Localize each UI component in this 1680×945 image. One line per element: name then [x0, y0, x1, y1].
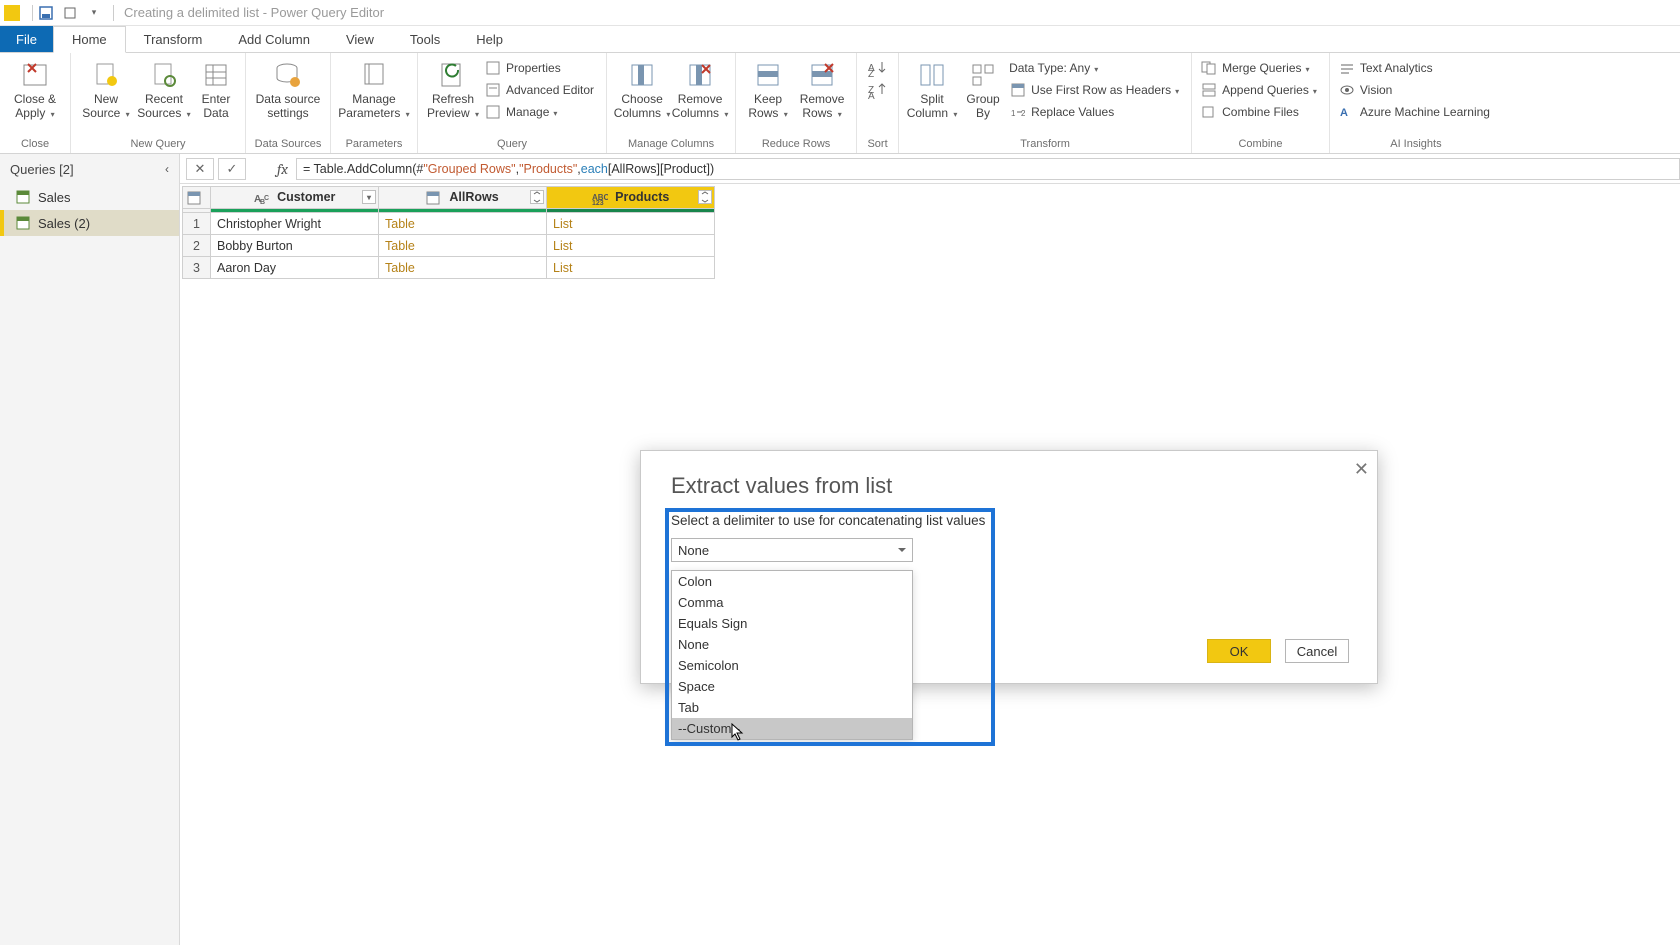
sort-desc-button[interactable]: ZA	[868, 81, 888, 99]
tab-file[interactable]: File	[0, 26, 53, 52]
ribbon: Close & Apply Close New Source Recent So…	[0, 52, 1680, 154]
dialog-cancel-button[interactable]: Cancel	[1285, 639, 1349, 663]
title-bar: ▾ Creating a delimited list - Power Quer…	[0, 0, 1680, 26]
dialog-prompt: Select a delimiter to use for concatenat…	[671, 513, 1377, 528]
dialog-close-button[interactable]: ✕	[1354, 459, 1369, 480]
table-corner[interactable]	[183, 187, 211, 209]
query-item-sales-2[interactable]: Sales (2)	[0, 210, 179, 236]
append-queries-button[interactable]: Append Queries	[1198, 79, 1323, 101]
svg-text:C: C	[264, 195, 269, 202]
delimiter-option-colon[interactable]: Colon	[672, 571, 912, 592]
group-ai-label: AI Insights	[1336, 138, 1496, 153]
manage-query-button[interactable]: Manage	[482, 101, 600, 123]
combine-files-button[interactable]: Combine Files	[1198, 101, 1323, 123]
text-analytics-button[interactable]: Text Analytics	[1336, 57, 1496, 79]
delimiter-combobox[interactable]: None	[671, 538, 913, 562]
use-first-row-headers-button[interactable]: Use First Row as Headers	[1007, 79, 1185, 101]
group-parameters-label: Parameters	[337, 138, 411, 153]
group-close-label: Close	[6, 138, 64, 153]
manage-parameters-button[interactable]: Manage Parameters	[337, 55, 411, 121]
group-query-label: Query	[424, 138, 600, 153]
ribbon-tabs: File Home Transform Add Column View Tool…	[0, 26, 1680, 52]
svg-text:123: 123	[592, 200, 604, 205]
replace-values-button[interactable]: 12Replace Values	[1007, 101, 1185, 123]
delimiter-dropdown-list: Colon Comma Equals Sign None Semicolon S…	[671, 570, 913, 740]
tab-view[interactable]: View	[328, 26, 392, 52]
tab-add-column[interactable]: Add Column	[220, 26, 328, 52]
remove-rows-button[interactable]: Remove Rows	[794, 55, 850, 121]
delimiter-option-none[interactable]: None	[672, 634, 912, 655]
delimiter-option-custom[interactable]: --Custom--	[672, 718, 912, 739]
collapse-queries-icon[interactable]: ‹	[165, 162, 169, 176]
app-icon	[4, 5, 20, 21]
tab-transform[interactable]: Transform	[126, 26, 221, 52]
refresh-preview-button[interactable]: Refresh Preview	[424, 55, 482, 121]
data-type-button[interactable]: Data Type: Any	[1007, 57, 1185, 79]
fx-icon[interactable]: fx	[258, 160, 288, 178]
group-by-button[interactable]: Group By	[959, 55, 1007, 121]
formula-input[interactable]: = Table.AddColumn(#"Grouped Rows", "Prod…	[296, 158, 1680, 180]
expand-products-icon[interactable]	[698, 190, 712, 204]
delimiter-option-equals[interactable]: Equals Sign	[672, 613, 912, 634]
tab-help[interactable]: Help	[458, 26, 521, 52]
sort-asc-button[interactable]: AZ	[868, 59, 888, 77]
tab-tools[interactable]: Tools	[392, 26, 458, 52]
table-row[interactable]: 2 Bobby Burton Table List	[183, 235, 715, 257]
query-item-sales[interactable]: Sales	[0, 184, 179, 210]
vision-button[interactable]: Vision	[1336, 79, 1496, 101]
svg-text:1: 1	[1011, 109, 1016, 118]
svg-text:Z: Z	[868, 69, 874, 77]
data-grid: ABC Customer ▾ AllRows ABC123 Products	[182, 186, 715, 279]
azure-ml-button[interactable]: AAzure Machine Learning	[1336, 101, 1496, 123]
group-newquery-label: New Query	[77, 138, 239, 153]
qat-customize-icon[interactable]: ▾	[85, 4, 103, 22]
window-title: Creating a delimited list - Power Query …	[124, 5, 384, 20]
dialog-ok-button[interactable]: OK	[1207, 639, 1271, 663]
delimiter-option-comma[interactable]: Comma	[672, 592, 912, 613]
column-header-allrows[interactable]: AllRows	[379, 187, 547, 209]
queries-header: Queries [2]	[10, 162, 74, 177]
group-datasources-label: Data Sources	[252, 138, 324, 153]
tab-home[interactable]: Home	[53, 26, 126, 53]
remove-columns-button[interactable]: Remove Columns	[671, 55, 729, 121]
dialog-title: Extract values from list	[641, 451, 1377, 513]
group-managecolumns-label: Manage Columns	[613, 138, 729, 153]
expand-allrows-icon[interactable]	[530, 190, 544, 204]
formula-bar: ✕ ✓ fx = Table.AddColumn(#"Grouped Rows"…	[180, 154, 1680, 184]
delimiter-option-semicolon[interactable]: Semicolon	[672, 655, 912, 676]
svg-text:A: A	[1340, 107, 1348, 119]
column-header-products[interactable]: ABC123 Products	[547, 187, 715, 209]
column-filter-customer[interactable]: ▾	[362, 190, 376, 204]
group-sort-label: Sort	[863, 138, 892, 153]
keep-rows-button[interactable]: Keep Rows	[742, 55, 794, 121]
svg-text:2: 2	[1021, 109, 1025, 118]
choose-columns-button[interactable]: Choose Columns	[613, 55, 671, 121]
table-row[interactable]: 1 Christopher Wright Table List	[183, 213, 715, 235]
properties-button[interactable]: Properties	[482, 57, 600, 79]
delimiter-option-tab[interactable]: Tab	[672, 697, 912, 718]
cursor-icon	[731, 723, 747, 743]
qat-undo-icon[interactable]	[61, 4, 79, 22]
split-column-button[interactable]: Split Column	[905, 55, 959, 121]
group-transform-label: Transform	[905, 138, 1185, 153]
group-combine-label: Combine	[1198, 138, 1323, 153]
formula-cancel-button[interactable]: ✕	[186, 158, 214, 180]
svg-text:A: A	[868, 91, 875, 99]
close-apply-button[interactable]: Close & Apply	[6, 55, 64, 121]
merge-queries-button[interactable]: Merge Queries	[1198, 57, 1323, 79]
qat-save-icon[interactable]	[37, 4, 55, 22]
datasource-settings-button[interactable]: Data source settings	[252, 55, 324, 121]
column-header-customer[interactable]: ABC Customer ▾	[211, 187, 379, 209]
delimiter-option-space[interactable]: Space	[672, 676, 912, 697]
enter-data-button[interactable]: Enter Data	[193, 55, 239, 121]
advanced-editor-button[interactable]: Advanced Editor	[482, 79, 600, 101]
queries-pane: Queries [2] ‹ Sales Sales (2)	[0, 154, 180, 945]
new-source-button[interactable]: New Source	[77, 55, 135, 121]
group-reducerows-label: Reduce Rows	[742, 138, 850, 153]
recent-sources-button[interactable]: Recent Sources	[135, 55, 193, 121]
formula-commit-button[interactable]: ✓	[218, 158, 246, 180]
table-row[interactable]: 3 Aaron Day Table List	[183, 257, 715, 279]
